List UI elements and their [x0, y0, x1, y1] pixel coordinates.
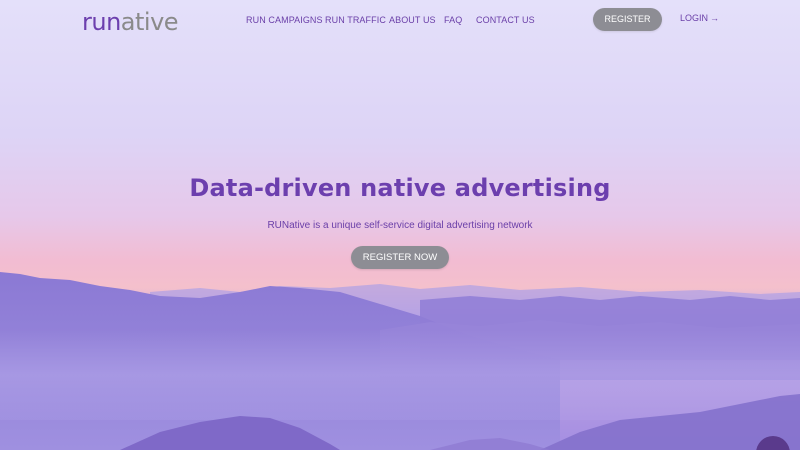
logo-native-text: ative [120, 8, 179, 36]
nav-run-traffic[interactable]: RUN TRAFFIC [325, 15, 386, 25]
site-header: runative RUN CAMPAIGNS RUN TRAFFIC ABOUT… [0, 0, 800, 44]
logo-run-text: run [82, 8, 121, 36]
register-button[interactable]: REGISTER [593, 8, 662, 31]
arrow-right-icon: → [710, 13, 720, 23]
nav-contact-us[interactable]: CONTACT US [476, 15, 535, 25]
register-now-button[interactable]: REGISTER NOW [351, 246, 449, 269]
nav-run-campaigns[interactable]: RUN CAMPAIGNS [246, 15, 323, 25]
nav-faq[interactable]: FAQ [444, 15, 462, 25]
hero-title: Data-driven native advertising [189, 174, 611, 202]
runative-logo[interactable]: runative [82, 8, 179, 36]
login-label: LOGIN [680, 13, 709, 23]
fog-band [0, 330, 800, 420]
hero-subtitle: RUNative is a unique self-service digita… [267, 220, 533, 231]
login-link[interactable]: LOGIN → [680, 13, 719, 23]
nav-about-us[interactable]: ABOUT US [389, 15, 436, 25]
